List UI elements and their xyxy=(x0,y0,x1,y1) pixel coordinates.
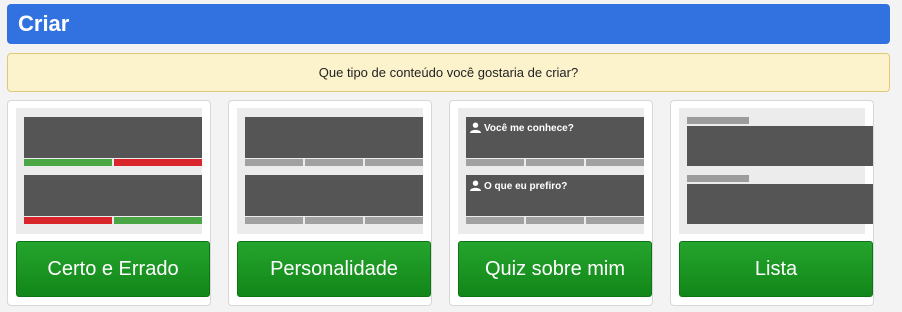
answer-bar xyxy=(466,159,524,166)
list-preview xyxy=(679,108,873,234)
answer-bar xyxy=(466,217,524,224)
answer-bar xyxy=(305,159,363,166)
answer-bar xyxy=(245,159,303,166)
personality-preview xyxy=(237,108,423,234)
answer-bar xyxy=(526,217,584,224)
quiz-about-me-preview: Você me conhece? O que eu prefiro? xyxy=(458,108,644,234)
preview-question: O que eu prefiro? xyxy=(470,180,567,192)
correct-bar xyxy=(114,217,202,224)
answer-bar xyxy=(586,217,644,224)
answer-bar xyxy=(245,217,303,224)
answer-bar xyxy=(305,217,363,224)
user-icon xyxy=(470,180,481,191)
card-quiz-about-me: Você me conhece? O que eu prefiro? Quiz … xyxy=(449,100,653,306)
wrong-bar xyxy=(24,217,112,224)
card-list: Lista xyxy=(670,100,874,306)
preview-list-item xyxy=(687,126,873,166)
content-type-prompt: Que tipo de conteúdo você gostaria de cr… xyxy=(7,53,890,92)
preview-question-block xyxy=(245,117,423,158)
user-icon xyxy=(470,122,481,133)
preview-question-block: O que eu prefiro? xyxy=(466,175,644,216)
card-personality: Personalidade xyxy=(228,100,432,306)
preview-list-label xyxy=(687,117,749,124)
correct-bar xyxy=(24,159,112,166)
answer-bar xyxy=(526,159,584,166)
true-false-preview xyxy=(16,108,202,234)
preview-list-label xyxy=(687,175,749,182)
preview-question-block xyxy=(24,175,202,216)
card-true-false: Certo e Errado xyxy=(7,100,211,306)
answer-bar xyxy=(586,159,644,166)
wrong-bar xyxy=(114,159,202,166)
answer-bar xyxy=(365,217,423,224)
create-quiz-about-me-button[interactable]: Quiz sobre mim xyxy=(458,241,652,297)
preview-question-text: O que eu prefiro? xyxy=(484,181,568,192)
create-personality-button[interactable]: Personalidade xyxy=(237,241,431,297)
preview-question-block: Você me conhece? xyxy=(466,117,644,158)
preview-question: Você me conhece? xyxy=(470,122,574,134)
create-list-button[interactable]: Lista xyxy=(679,241,873,297)
preview-question-block xyxy=(245,175,423,216)
preview-question-text: Você me conhece? xyxy=(484,123,574,134)
create-true-false-button[interactable]: Certo e Errado xyxy=(16,241,210,297)
preview-question-block xyxy=(24,117,202,158)
preview-list-item xyxy=(687,184,873,224)
page-title: Criar xyxy=(7,4,890,44)
answer-bar xyxy=(365,159,423,166)
